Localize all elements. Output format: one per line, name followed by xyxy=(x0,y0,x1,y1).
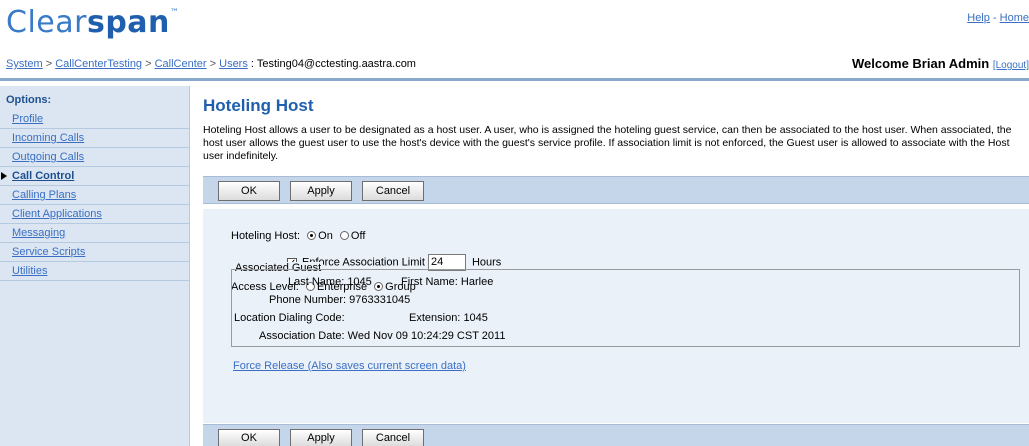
sidebar-list: Profile Incoming Calls Outgoing Calls Ca… xyxy=(0,110,189,281)
breadcrumb-sep: > xyxy=(142,58,155,70)
sidebar-title: Options: xyxy=(6,94,52,106)
sidebar-item-outgoing-calls[interactable]: Outgoing Calls xyxy=(0,148,189,167)
top-links-sep: - xyxy=(989,12,1000,24)
welcome-text: Welcome Brian Admin xyxy=(851,56,993,71)
location-code-label: Location Dialing Code: xyxy=(234,312,345,324)
force-release-link[interactable]: Force Release (Also saves current screen… xyxy=(233,360,466,372)
sidebar-item-label[interactable]: Call Control xyxy=(12,170,74,182)
apply-button[interactable]: Apply xyxy=(290,181,352,201)
sidebar-item-utilities[interactable]: Utilities xyxy=(0,262,189,281)
extension-value: 1045 xyxy=(463,312,488,324)
logout-link[interactable]: [Logout] xyxy=(993,60,1029,71)
logo-text-bold: span xyxy=(86,5,170,40)
breadcrumb: System > CallCenterTesting > CallCenter … xyxy=(6,58,416,70)
sidebar-item-service-scripts[interactable]: Service Scripts xyxy=(0,243,189,262)
extension-row: Extension: 1045 xyxy=(409,312,488,324)
breadcrumb-system[interactable]: System xyxy=(6,58,43,70)
first-name-value: Harlee xyxy=(460,276,494,288)
logo-text-light: Clear xyxy=(6,5,87,40)
page-description: Hoteling Host allows a user to be design… xyxy=(203,124,1012,162)
cancel-button[interactable]: Cancel xyxy=(362,181,424,201)
phone-number-row: Phone Number: 9763331045 xyxy=(269,294,410,306)
sidebar-item-messaging[interactable]: Messaging xyxy=(0,224,189,243)
first-name-label: First Name: xyxy=(401,276,458,288)
ok-button[interactable]: OK xyxy=(218,181,280,201)
hours-label: Hours xyxy=(471,256,502,269)
association-date-row: Association Date: Wed Nov 09 10:24:29 CS… xyxy=(259,330,505,342)
sidebar-item-label[interactable]: Incoming Calls xyxy=(12,132,84,144)
sidebar-item-incoming-calls[interactable]: Incoming Calls xyxy=(0,129,189,148)
location-code-row: Location Dialing Code: xyxy=(234,312,345,324)
sidebar-item-label[interactable]: Utilities xyxy=(12,265,47,277)
extension-label: Extension: xyxy=(409,312,461,324)
association-date-value: Wed Nov 09 10:24:29 CST 2011 xyxy=(347,330,506,342)
phone-number-value: 9763331045 xyxy=(349,294,411,306)
breadcrumb-group[interactable]: CallCenterTesting xyxy=(55,58,142,70)
first-name-row: First Name: Harlee xyxy=(401,276,493,288)
page-title: Hoteling Host xyxy=(203,96,314,115)
last-name-label: Last Name: xyxy=(288,276,345,288)
sidebar-item-label[interactable]: Profile xyxy=(12,113,43,125)
help-link[interactable]: Help xyxy=(967,12,990,24)
last-name-value: 1045 xyxy=(347,276,372,288)
hoteling-host-row: Hoteling Host: On Off xyxy=(231,230,365,242)
header-divider xyxy=(0,78,1029,81)
main-content: Hoteling Host Hoteling Host allows a use… xyxy=(203,86,1029,446)
selected-arrow-icon xyxy=(1,172,7,180)
hoteling-host-off-radio[interactable] xyxy=(339,231,349,240)
options-sidebar: Options: Profile Incoming Calls Outgoing… xyxy=(0,86,190,446)
app-header: Clearspan™ Help - Home System > CallCent… xyxy=(0,0,1029,71)
home-link[interactable]: Home xyxy=(1000,12,1029,24)
breadcrumb-users[interactable]: Users xyxy=(219,58,248,70)
sidebar-item-label[interactable]: Calling Plans xyxy=(12,189,76,201)
sidebar-item-label[interactable]: Messaging xyxy=(12,227,65,239)
breadcrumb-current-user: Testing04@cctesting.aastra.com xyxy=(256,58,416,70)
sidebar-item-call-control[interactable]: Call Control xyxy=(0,167,189,186)
sidebar-item-label[interactable]: Service Scripts xyxy=(12,246,85,258)
breadcrumb-callcenter[interactable]: CallCenter xyxy=(155,58,207,70)
logo-trademark: ™ xyxy=(169,8,180,18)
welcome-message: Welcome Brian Admin [Logout] xyxy=(852,56,1029,71)
clearspan-logo: Clearspan™ xyxy=(6,6,179,40)
hoteling-host-label: Hoteling Host: xyxy=(231,230,301,242)
top-links: Help - Home xyxy=(967,12,1029,24)
hoteling-host-on-radio[interactable] xyxy=(307,231,317,240)
sidebar-item-profile[interactable]: Profile xyxy=(0,110,189,129)
top-button-bar: OK Apply Cancel xyxy=(203,176,1029,204)
sidebar-item-label[interactable]: Client Applications xyxy=(12,208,102,220)
hoteling-host-off-label: Off xyxy=(350,230,366,242)
cancel-button-bottom[interactable]: Cancel xyxy=(362,429,424,446)
breadcrumb-sep: > xyxy=(206,58,220,70)
sidebar-item-label[interactable]: Outgoing Calls xyxy=(12,151,84,163)
last-name-row: Last Name: 1045 xyxy=(288,276,372,288)
ok-button-bottom[interactable]: OK xyxy=(218,429,280,446)
bottom-button-bar: OK Apply Cancel xyxy=(203,424,1029,446)
breadcrumb-sep: > xyxy=(42,58,56,70)
breadcrumb-current-sep: : xyxy=(247,58,257,70)
sidebar-item-client-applications[interactable]: Client Applications xyxy=(0,205,189,224)
sidebar-item-calling-plans[interactable]: Calling Plans xyxy=(0,186,189,205)
association-date-label: Association Date: xyxy=(259,330,345,342)
apply-button-bottom[interactable]: Apply xyxy=(290,429,352,446)
phone-number-label: Phone Number: xyxy=(269,294,347,306)
hoteling-host-on-label: On xyxy=(318,230,333,242)
